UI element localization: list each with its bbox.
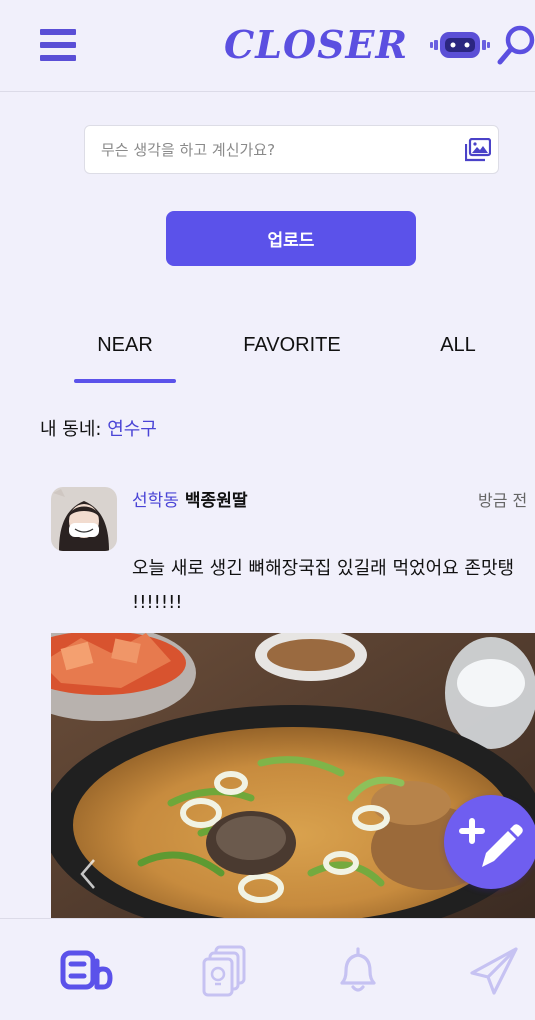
- cards-lightbulb-icon: [202, 945, 246, 997]
- carousel-prev-icon[interactable]: [76, 856, 100, 892]
- post-location[interactable]: 선학동: [132, 491, 179, 511]
- add-edit-icon: [459, 818, 523, 867]
- image-attach-icon[interactable]: [464, 137, 492, 162]
- menu-icon[interactable]: [40, 29, 76, 61]
- active-tab-indicator: [74, 379, 176, 383]
- post-username[interactable]: 백종원딸: [185, 491, 248, 511]
- post-composer: [84, 125, 499, 174]
- app-logo: CLOSER: [224, 22, 409, 67]
- top-app-bar: CLOSER: [0, 0, 535, 92]
- nav-feed-button[interactable]: [58, 943, 114, 999]
- tab-all[interactable]: ALL: [420, 330, 496, 360]
- avatar[interactable]: [51, 487, 117, 551]
- post-author: 선학동 백종원딸: [132, 487, 247, 515]
- neighborhood-row: 내 동네: 연수구: [40, 416, 157, 444]
- send-icon: [470, 947, 518, 995]
- nav-messages-button[interactable]: [466, 943, 522, 999]
- post-body: 오늘 새로 생긴 뼈해장국집 있길래 먹었어요 존맛탱 !!!!!!!: [132, 558, 515, 613]
- robot-icon[interactable]: [430, 30, 490, 60]
- neighborhood-label: 내 동네:: [40, 419, 108, 440]
- upload-button[interactable]: 업로드: [166, 211, 416, 266]
- bottom-navigation: [0, 918, 535, 1020]
- tab-near[interactable]: NEAR: [74, 330, 176, 360]
- post-timestamp: 방금 전: [478, 491, 528, 510]
- feed-icon: [60, 950, 113, 990]
- neighborhood-value[interactable]: 연수구: [107, 419, 157, 440]
- nav-notifications-button[interactable]: [330, 943, 386, 999]
- compose-fab-button[interactable]: [444, 795, 535, 889]
- search-icon[interactable]: [496, 22, 535, 66]
- bell-icon: [340, 947, 376, 992]
- tab-favorite[interactable]: FAVORITE: [226, 330, 358, 360]
- post-text-input[interactable]: [85, 126, 455, 173]
- nav-cards-button[interactable]: [198, 943, 254, 999]
